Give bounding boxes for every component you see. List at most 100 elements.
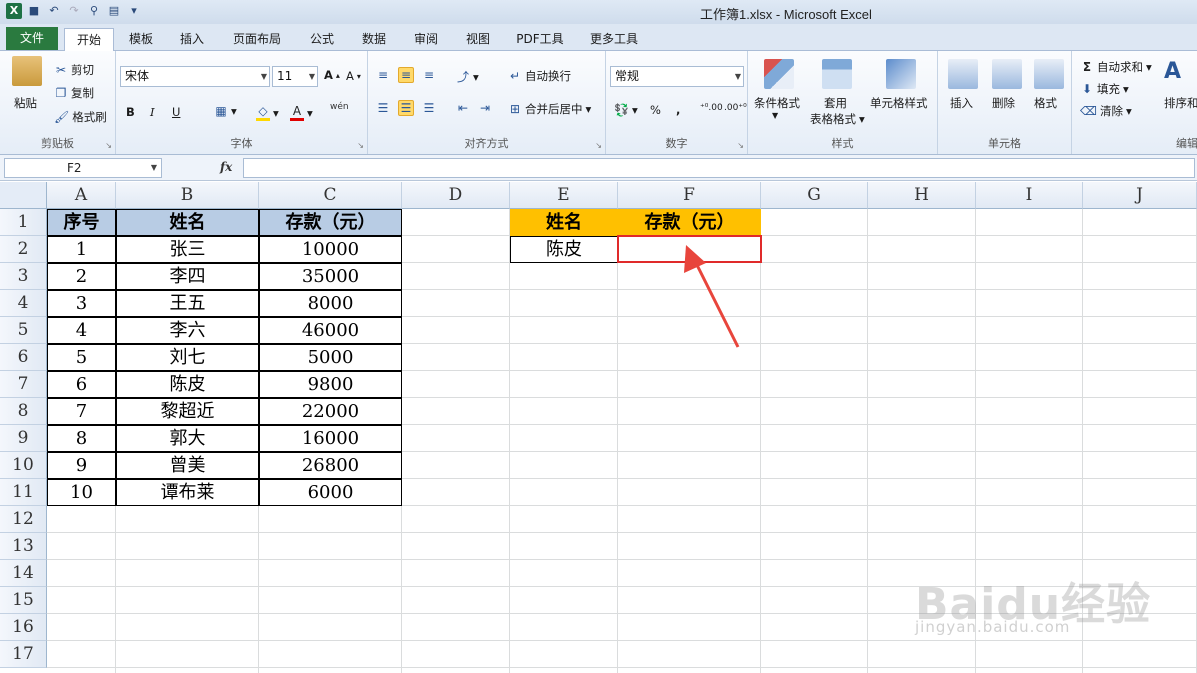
fill-color-button[interactable]: ◇ ▾ xyxy=(256,104,279,121)
format-as-table-icon[interactable] xyxy=(822,59,852,89)
number-format-combo[interactable]: 常规 ▼ xyxy=(610,66,744,87)
lookup-header-cell[interactable]: 存款（元） xyxy=(618,209,761,236)
row-header-12[interactable]: 12 xyxy=(0,506,47,533)
orientation-button[interactable]: ⤴ ▾ xyxy=(456,68,479,85)
dialog-launcher-icon[interactable]: ↘ xyxy=(105,141,112,150)
wrap-text-button[interactable]: ↵ 自动换行 xyxy=(508,68,571,84)
borders-button[interactable]: ▦ ▾ xyxy=(214,104,236,118)
tab-insert[interactable]: 插入 xyxy=(172,28,212,51)
conditional-format-icon[interactable] xyxy=(764,59,794,89)
decrease-indent-button[interactable]: ⇤ xyxy=(456,101,470,115)
table-header-cell[interactable]: 序号 xyxy=(47,209,116,236)
format-cells-button[interactable]: 格式 xyxy=(1034,95,1057,111)
format-painter-button[interactable]: 🖌 格式刷 xyxy=(54,109,107,125)
format-as-table-label[interactable]: 表格格式 ▾ xyxy=(810,111,865,127)
column-header-b[interactable]: B xyxy=(116,182,259,209)
column-header-g[interactable]: G xyxy=(761,182,868,209)
table-cell[interactable]: 张三 xyxy=(116,236,259,263)
row-header-15[interactable]: 15 xyxy=(0,587,47,614)
tab-review[interactable]: 审阅 xyxy=(406,28,446,51)
sort-filter-button[interactable]: 排序和 xyxy=(1164,95,1197,111)
row-header-6[interactable]: 6 xyxy=(0,344,47,371)
underline-button[interactable]: U xyxy=(172,105,180,119)
align-right-button[interactable]: ☰ xyxy=(422,101,436,115)
column-header-d[interactable]: D xyxy=(402,182,510,209)
tab-home[interactable]: 开始 xyxy=(64,28,114,51)
table-cell[interactable]: 8 xyxy=(47,425,116,452)
name-box[interactable]: F2 ▼ xyxy=(4,158,162,178)
currency-button[interactable]: 💱 ▾ xyxy=(614,103,638,117)
table-cell[interactable]: 黎超近 xyxy=(116,398,259,425)
grow-font-button[interactable]: A ▴ xyxy=(324,68,340,82)
table-cell[interactable]: 4 xyxy=(47,317,116,344)
paste-button[interactable]: 粘贴 xyxy=(14,95,37,111)
row-header-13[interactable]: 13 xyxy=(0,533,47,560)
font-color-button[interactable]: A ▾ xyxy=(290,104,313,121)
table-cell[interactable]: 3 xyxy=(47,290,116,317)
align-bottom-button[interactable]: ≡ xyxy=(422,68,436,82)
align-center-button[interactable]: ☰ xyxy=(398,100,414,116)
insert-cells-button[interactable]: 插入 xyxy=(950,95,973,111)
row-header-11[interactable]: 11 xyxy=(0,479,47,506)
table-cell[interactable]: 曾美 xyxy=(116,452,259,479)
column-header-i[interactable]: I xyxy=(976,182,1083,209)
table-cell[interactable]: 9 xyxy=(47,452,116,479)
font-name-combo[interactable]: 宋体 ▼ xyxy=(120,66,270,87)
tab-pdf-tools[interactable]: PDF工具 xyxy=(510,28,570,51)
row-header-3[interactable]: 3 xyxy=(0,263,47,290)
row-header-8[interactable]: 8 xyxy=(0,398,47,425)
table-cell[interactable]: 刘七 xyxy=(116,344,259,371)
italic-button[interactable]: I xyxy=(150,105,155,119)
column-header-f[interactable]: F xyxy=(618,182,761,209)
formula-input[interactable] xyxy=(243,158,1195,178)
format-cells-icon[interactable] xyxy=(1034,59,1064,89)
table-cell[interactable]: 2 xyxy=(47,263,116,290)
row-header-4[interactable]: 4 xyxy=(0,290,47,317)
font-size-combo[interactable]: 11 ▼ xyxy=(272,66,318,87)
undo-icon[interactable]: ↶ xyxy=(46,3,62,19)
conditional-format-button[interactable]: 条件格式 xyxy=(754,95,800,111)
column-header-j[interactable]: J xyxy=(1083,182,1197,209)
table-cell[interactable]: 5000 xyxy=(259,344,402,371)
decrease-decimal-button[interactable]: .00⁺⁰ xyxy=(724,103,747,113)
merge-center-button[interactable]: ⊞ 合并后居中 ▾ xyxy=(508,101,591,117)
row-header-1[interactable]: 1 xyxy=(0,209,47,236)
increase-indent-button[interactable]: ⇥ xyxy=(478,101,492,115)
table-cell[interactable]: 9800 xyxy=(259,371,402,398)
column-header-c[interactable]: C xyxy=(259,182,402,209)
table-cell[interactable]: 35000 xyxy=(259,263,402,290)
save-icon[interactable]: ■ xyxy=(26,3,42,19)
cell-styles-icon[interactable] xyxy=(886,59,916,89)
align-top-button[interactable]: ≡ xyxy=(376,68,390,82)
table-cell[interactable]: 李六 xyxy=(116,317,259,344)
tab-page-layout[interactable]: 页面布局 xyxy=(226,28,288,51)
table-cell[interactable]: 7 xyxy=(47,398,116,425)
redo-icon[interactable]: ↷ xyxy=(66,3,82,19)
table-cell[interactable]: 46000 xyxy=(259,317,402,344)
dialog-launcher-icon[interactable]: ↘ xyxy=(737,141,744,150)
table-cell[interactable]: 8000 xyxy=(259,290,402,317)
row-header-10[interactable]: 10 xyxy=(0,452,47,479)
percent-button[interactable]: % xyxy=(650,103,661,117)
table-cell[interactable]: 郭大 xyxy=(116,425,259,452)
row-header-2[interactable]: 2 xyxy=(0,236,47,263)
tab-view[interactable]: 视图 xyxy=(458,28,498,51)
cell-styles-button[interactable]: 单元格样式 xyxy=(870,95,928,111)
row-header-14[interactable]: 14 xyxy=(0,560,47,587)
column-header-h[interactable]: H xyxy=(868,182,976,209)
align-middle-button[interactable]: ≡ xyxy=(398,67,414,83)
column-header-a[interactable]: A xyxy=(47,182,116,209)
delete-cells-button[interactable]: 删除 xyxy=(992,95,1015,111)
table-cell[interactable]: 6000 xyxy=(259,479,402,506)
paste-icon[interactable] xyxy=(12,56,42,86)
table-cell[interactable]: 16000 xyxy=(259,425,402,452)
delete-cells-icon[interactable] xyxy=(992,59,1022,89)
copy-button[interactable]: ❐ 复制 xyxy=(54,85,94,101)
table-cell[interactable]: 5 xyxy=(47,344,116,371)
customize-qat-icon[interactable]: ▾ xyxy=(126,3,142,19)
select-all-corner[interactable] xyxy=(0,182,47,209)
table-cell[interactable]: 10000 xyxy=(259,236,402,263)
table-header-cell[interactable]: 姓名 xyxy=(116,209,259,236)
table-cell[interactable]: 王五 xyxy=(116,290,259,317)
autosum-button[interactable]: Σ 自动求和 ▾ xyxy=(1080,59,1152,75)
